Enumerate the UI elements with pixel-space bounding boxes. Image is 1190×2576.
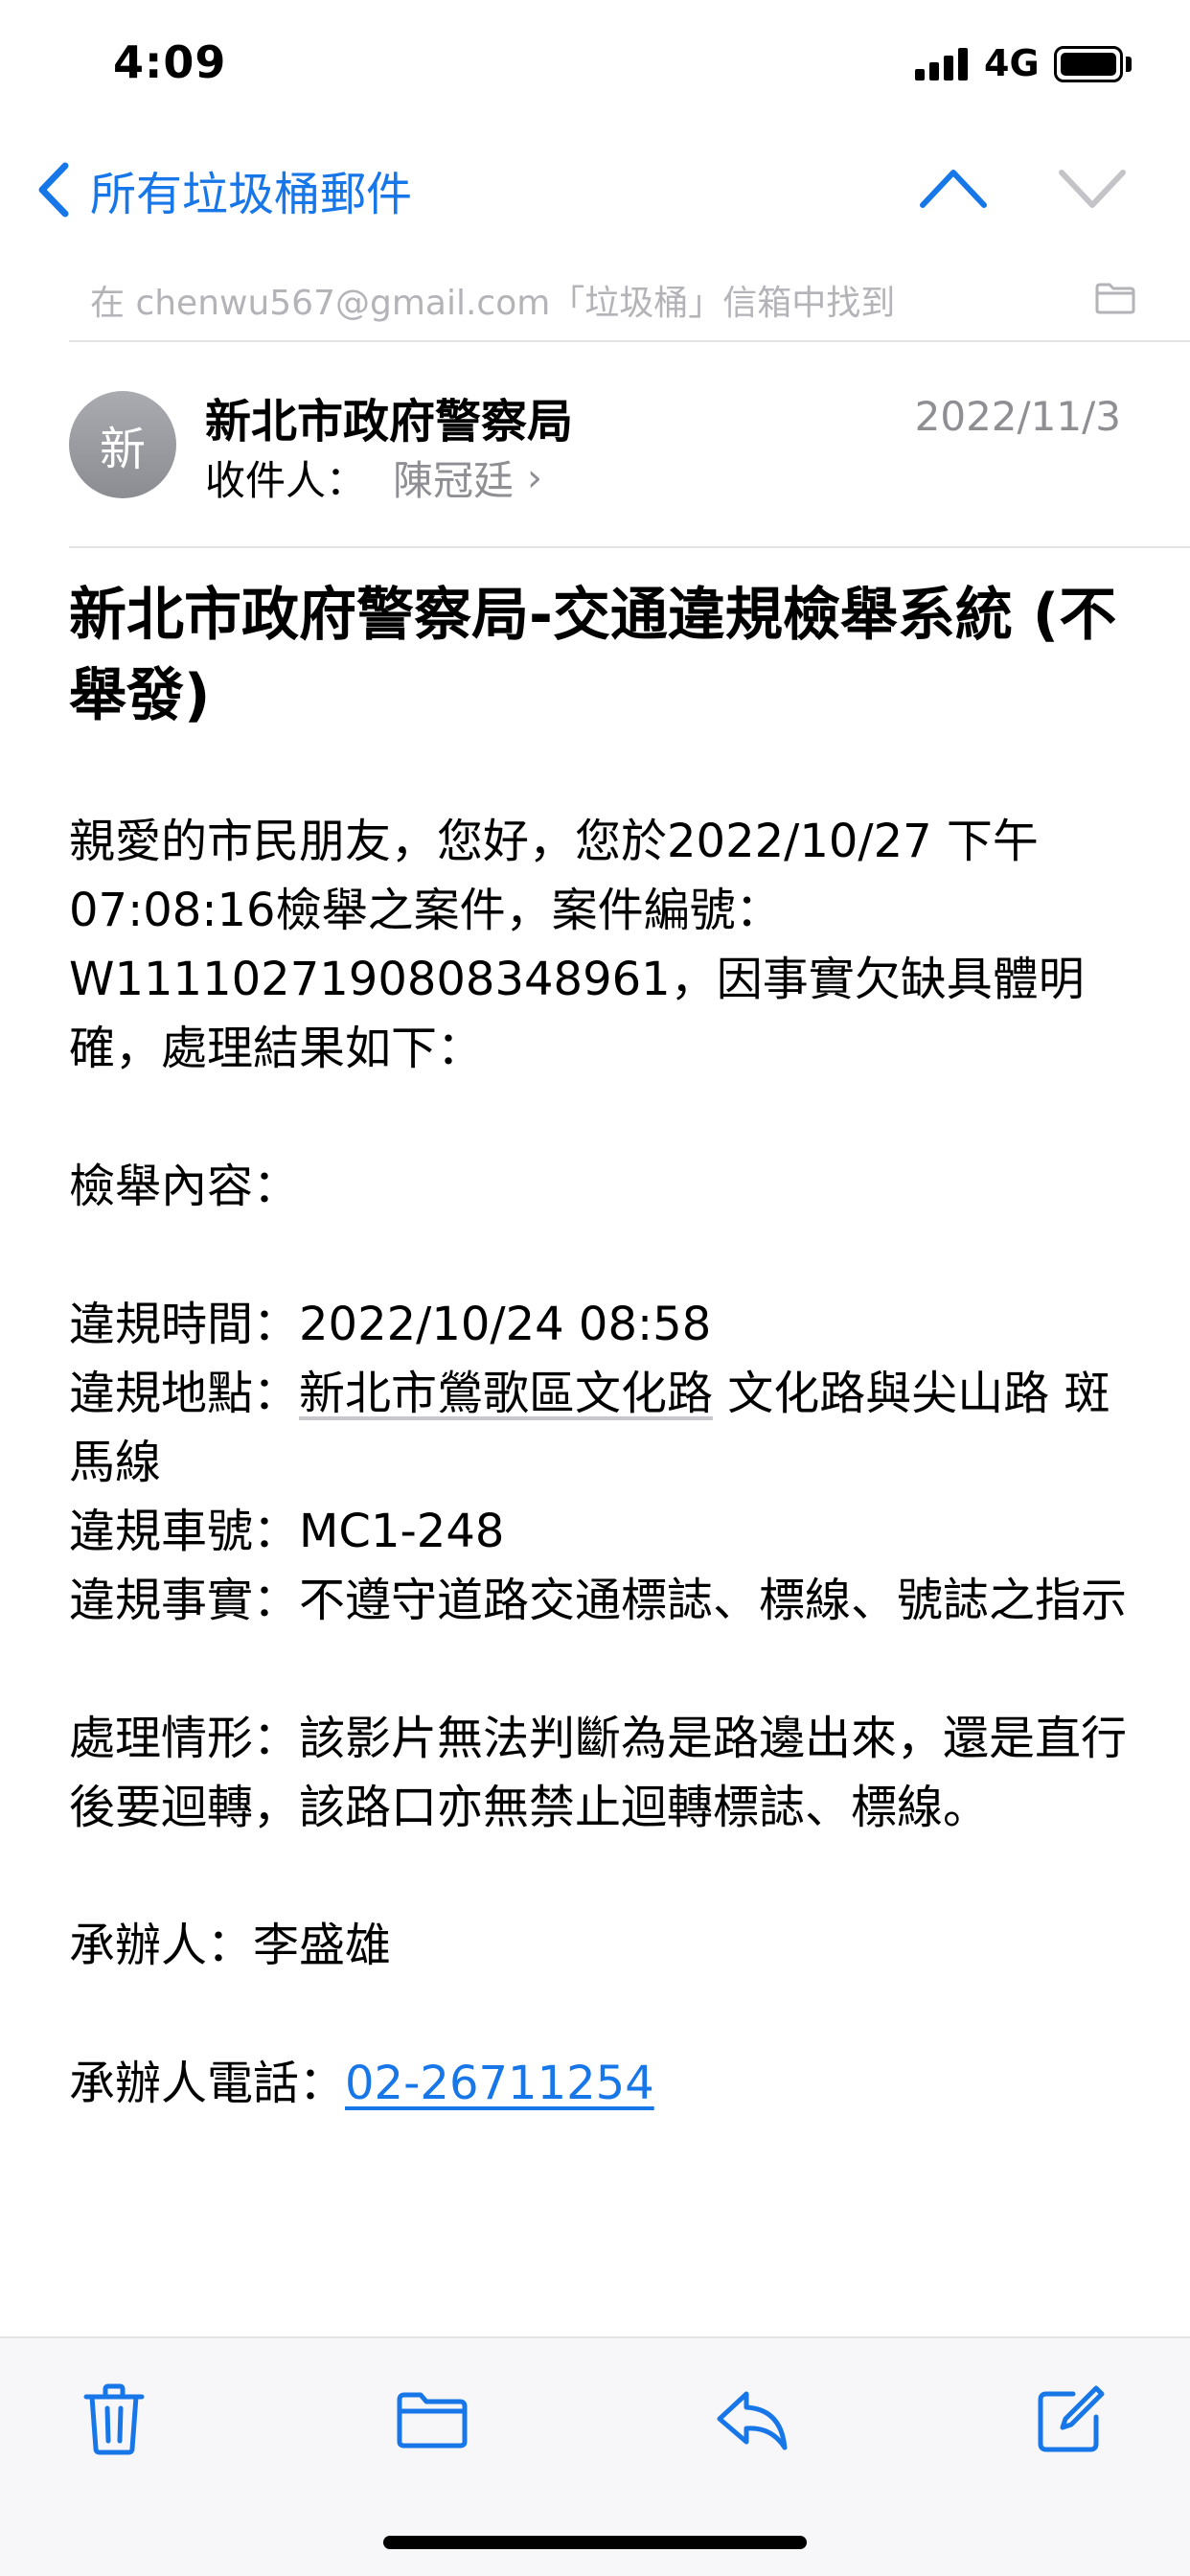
reply-icon [717,2391,788,2450]
avatar[interactable]: 新 [69,391,176,498]
phone-line: 承辦人電話：02-26711254 [69,2049,1133,2118]
home-indicator[interactable] [383,2536,807,2549]
back-label: 所有垃圾桶郵件 [90,168,413,221]
trash-button[interactable] [71,2377,157,2463]
sender-name[interactable]: 新北市政府警察局 [205,383,573,450]
message-subject: 新北市政府警察局-交通違規檢舉系統 (不舉發) [69,582,1117,729]
recipient-row[interactable]: 收件人： 陳冠廷 › [205,448,542,507]
violation-time-label: 違規時間： [69,1298,300,1351]
officer-name: 李盛雄 [253,1919,392,1972]
violation-place-link[interactable]: 新北市鶯歌區文化路 [299,1367,713,1420]
found-in-mailbox-banner[interactable]: 在 chenwu567@gmail.com「垃圾桶」信箱中找到 [69,254,1190,342]
previous-message-chevron-up-icon[interactable] [915,159,992,217]
chevron-right-icon: › [527,455,543,500]
next-message-chevron-down-icon[interactable] [1054,159,1131,217]
folder-icon [1095,283,1135,314]
back-button[interactable]: 所有垃圾桶郵件 [34,151,412,228]
officer-label: 承辦人： [69,1919,254,1972]
plate-number: MC1-248 [299,1505,505,1558]
nav-bar: 所有垃圾桶郵件 [0,144,1190,249]
network-type: 4G [984,42,1040,84]
fact-label: 違規事實： [69,1574,300,1627]
handling-line: 處理情形：該影片無法判斷為是路邊出來，還是直行後要迴轉，該路口亦無禁止迴轉標誌、… [69,1704,1133,1842]
battery-cap [1126,57,1132,72]
compose-button[interactable] [1027,2377,1113,2463]
message-date: 2022/11/3 [914,393,1121,440]
status-time: 4:09 [113,36,227,88]
phone-label: 承辦人電話： [69,2057,346,2110]
reply-button[interactable] [709,2377,795,2463]
battery-icon [1054,46,1123,82]
fact-line: 違規事實：不遵守道路交通標誌、標線、號誌之指示 [69,1566,1133,1635]
message-body: 親愛的市民朋友，您好，您於2022/10/27 下午07:08:16檢舉之案件，… [69,807,1133,2118]
message-header: 新 新北市政府警察局 收件人： 陳冠廷 › 2022/11/3 [69,364,1190,548]
officer-line: 承辦人：李盛雄 [69,1911,1133,1980]
recipient-label: 收件人： [205,457,367,504]
status-bar: 4:09 4G [0,0,1190,134]
plate-label: 違規車號： [69,1505,300,1558]
violation-time: 2022/10/24 08:58 [299,1298,712,1351]
folder-icon [397,2392,468,2449]
content-heading: 檢舉內容： [69,1160,300,1213]
handling-label: 處理情形： [69,1712,300,1765]
fact-text: 不遵守道路交通標誌、標線、號誌之指示 [299,1574,1128,1627]
greeting-paragraph: 親愛的市民朋友，您好，您於2022/10/27 下午07:08:16檢舉之案件，… [69,815,1085,1075]
violation-time-line: 違規時間：2022/10/24 08:58 [69,1290,1133,1359]
phone-link[interactable]: 02-26711254 [345,2057,654,2110]
trash-icon [83,2383,145,2455]
violation-place-label: 違規地點： [69,1367,300,1420]
signal-strength-icon [915,48,971,80]
recipient-name: 陳冠廷 [393,457,515,504]
move-to-folder-button[interactable] [389,2377,475,2463]
violation-place-line: 違規地點：新北市鶯歌區文化路 文化路與尖山路 斑馬線 [69,1359,1133,1497]
compose-icon [1038,2385,1105,2452]
plate-line: 違規車號：MC1-248 [69,1497,1133,1566]
chevron-left-icon [38,162,69,218]
found-in-text: 在 chenwu567@gmail.com「垃圾桶」信箱中找到 [90,284,896,323]
